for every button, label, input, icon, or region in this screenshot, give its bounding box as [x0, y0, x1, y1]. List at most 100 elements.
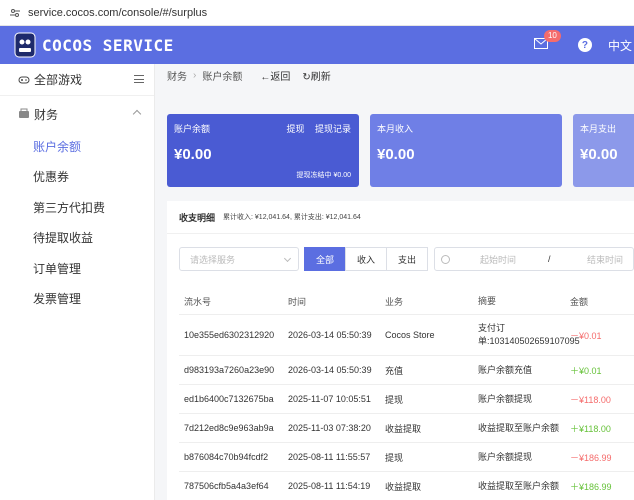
sidebar-item-orders[interactable]: 订单管理: [0, 253, 154, 284]
table-header: 流水号 时间 业务 摘要 金额: [179, 289, 634, 315]
type-segmented-control: 全部 收入 支出: [304, 247, 428, 271]
top-navbar: COCOS SERVICE 10 ? 中文: [0, 26, 634, 64]
transactions-table: 流水号 时间 业务 摘要 金额 10e355ed6302312920 2026-…: [179, 289, 634, 500]
row-business: 提现: [385, 452, 404, 463]
segment-all[interactable]: 全部: [304, 247, 346, 271]
card-label: 本月收入: [377, 124, 414, 134]
frozen-amount: 提现冻结中 ¥0.00: [296, 172, 351, 179]
refresh-label: 刷新: [310, 71, 331, 83]
mail-badge: 10: [543, 30, 561, 42]
withdraw-record-link[interactable]: 提现记录: [315, 124, 351, 134]
row-business: Cocos Store: [385, 330, 435, 340]
table-row: b876084c70b94fcdf2 2025-08-11 11:55:57 提…: [179, 443, 634, 472]
row-id: 7d212ed8c9e963ab9a: [184, 423, 274, 433]
segment-expense[interactable]: 支出: [386, 247, 428, 271]
sidebar-group-finance[interactable]: 财务: [0, 97, 154, 131]
sidebar-item-account-balance[interactable]: 账户余额: [0, 131, 154, 162]
row-time: 2025-08-11 11:54:19: [288, 481, 371, 491]
breadcrumb-current: 账户余额: [202, 71, 243, 83]
row-amount: ＋¥118.00: [570, 423, 611, 434]
row-id: 787506cfb5a4a3ef64: [184, 481, 269, 491]
breadcrumb-root[interactable]: 财务: [167, 68, 187, 83]
card-amount: ¥0.00: [377, 146, 415, 163]
row-amount: －¥186.99: [570, 452, 612, 463]
logo-text: COCOS SERVICE: [42, 35, 174, 55]
row-time: 2026-03-14 05:50:39: [288, 365, 372, 375]
service-select-placeholder: 请选择服务: [190, 254, 236, 265]
row-summary: 收益提取至账户余额: [478, 480, 560, 491]
row-summary: 账户余额充值: [478, 364, 533, 375]
row-id: ed1b6400c7132675ba: [184, 394, 274, 404]
breadcrumb: 财务 › 账户余额 ←返回 ↻刷新: [156, 64, 634, 86]
column-header: 业务: [385, 297, 404, 307]
date-range-picker[interactable]: 起始时间 / 结束时间: [434, 247, 634, 271]
language-switch[interactable]: 中文: [608, 37, 632, 54]
table-row: d983193a7260a23e90 2026-03-14 05:50:39 充…: [179, 356, 634, 385]
back-button[interactable]: ←返回: [260, 68, 290, 83]
column-header: 时间: [288, 297, 307, 307]
chevron-up-icon: [132, 109, 142, 119]
row-amount: ＋¥0.01: [570, 365, 602, 376]
sidebar-item-invoices[interactable]: 发票管理: [0, 284, 154, 315]
row-amount: ＋¥186.99: [570, 481, 612, 492]
help-icon[interactable]: ?: [577, 38, 592, 52]
refresh-button[interactable]: ↻刷新: [302, 68, 330, 83]
table-row: 10e355ed6302312920 2026-03-14 05:50:39 C…: [179, 315, 634, 356]
row-summary: 账户余额提现: [478, 393, 533, 404]
sidebar-item-all-games[interactable]: 全部游戏: [0, 64, 154, 96]
row-time: 2026-03-14 05:50:39: [288, 330, 372, 340]
transactions-panel: 收支明细 累计收入: ¥12,041.64, 累计支出: ¥12,041.64 …: [167, 201, 634, 500]
card-amount: ¥0.00: [580, 146, 618, 163]
row-business: 充值: [385, 365, 404, 376]
withdraw-link[interactable]: 提现: [286, 124, 304, 134]
card-label: 本月支出: [580, 124, 617, 134]
column-header: 金额: [570, 297, 589, 307]
row-time: 2025-08-11 11:55:57: [288, 452, 371, 462]
service-select[interactable]: 请选择服务: [179, 247, 299, 271]
row-time: 2025-11-07 10:05:51: [288, 394, 371, 404]
filter-bar: 请选择服务 全部 收入 支出 起始时间 / 结束时间: [179, 247, 634, 271]
end-date-input[interactable]: 结束时间: [587, 253, 623, 266]
site-info-icon[interactable]: [8, 6, 22, 20]
breadcrumb-separator: ›: [193, 69, 197, 81]
row-id: 10e355ed6302312920: [184, 330, 275, 340]
row-time: 2025-11-03 07:38:20: [288, 423, 371, 433]
row-amount: －¥0.01: [570, 330, 602, 341]
row-business: 收益提取: [385, 423, 422, 434]
row-id: b876084c70b94fcdf2: [184, 452, 269, 462]
monthly-income-card: 本月收入 ¥0.00: [370, 114, 562, 187]
message-button[interactable]: 10: [533, 30, 561, 52]
wallet-icon: [19, 108, 29, 118]
sidebar-item-pending-earnings[interactable]: 待提取收益: [0, 223, 154, 254]
summary-cards: 账户余额 提现 提现记录 ¥0.00 提现冻结中 ¥0.00 本月收入 ¥0.0…: [167, 114, 634, 187]
chevron-down-icon: [283, 254, 292, 263]
panel-title: 收支明细: [179, 212, 216, 223]
row-summary: 账户余额提现: [478, 451, 533, 462]
table-row: 7d212ed8c9e963ab9a 2025-11-03 07:38:20 收…: [179, 414, 634, 443]
row-amount: －¥118.00: [570, 394, 611, 405]
url-text: service.cocos.com/console/#/surplus: [28, 6, 208, 19]
row-summary: 支付订单:103140502659107095: [478, 323, 580, 346]
row-summary: 收益提取至账户余额: [478, 422, 560, 433]
browser-address-bar[interactable]: service.cocos.com/console/#/surplus: [0, 0, 634, 26]
main-content: 财务 › 账户余额 ←返回 ↻刷新 账户余额 提现 提现记录 ¥0.00 提现冻…: [156, 64, 634, 500]
sidebar-item-third-party-fees[interactable]: 第三方代扣费: [0, 192, 154, 223]
sidebar-item-label: 全部游戏: [34, 73, 83, 87]
start-date-input[interactable]: 起始时间: [480, 253, 516, 266]
table-row: 787506cfb5a4a3ef64 2025-08-11 11:54:19 收…: [179, 472, 634, 500]
row-business: 提现: [385, 394, 404, 405]
cocos-logo-icon: [14, 32, 36, 58]
column-header: 摘要: [478, 296, 497, 306]
refresh-icon: ↻: [302, 71, 311, 83]
menu-icon[interactable]: [134, 75, 144, 83]
table-row: ed1b6400c7132675ba 2025-11-07 10:05:51 提…: [179, 385, 634, 414]
range-separator: /: [548, 254, 551, 264]
sidebar-item-coupons[interactable]: 优惠券: [0, 162, 154, 193]
sidebar-group-label: 财务: [34, 107, 59, 122]
segment-income[interactable]: 收入: [345, 247, 387, 271]
card-amount: ¥0.00: [174, 146, 212, 163]
logo[interactable]: COCOS SERVICE: [14, 32, 174, 58]
clock-icon: [441, 254, 450, 264]
row-business: 收益提取: [385, 481, 422, 492]
row-id: d983193a7260a23e90: [184, 365, 275, 375]
